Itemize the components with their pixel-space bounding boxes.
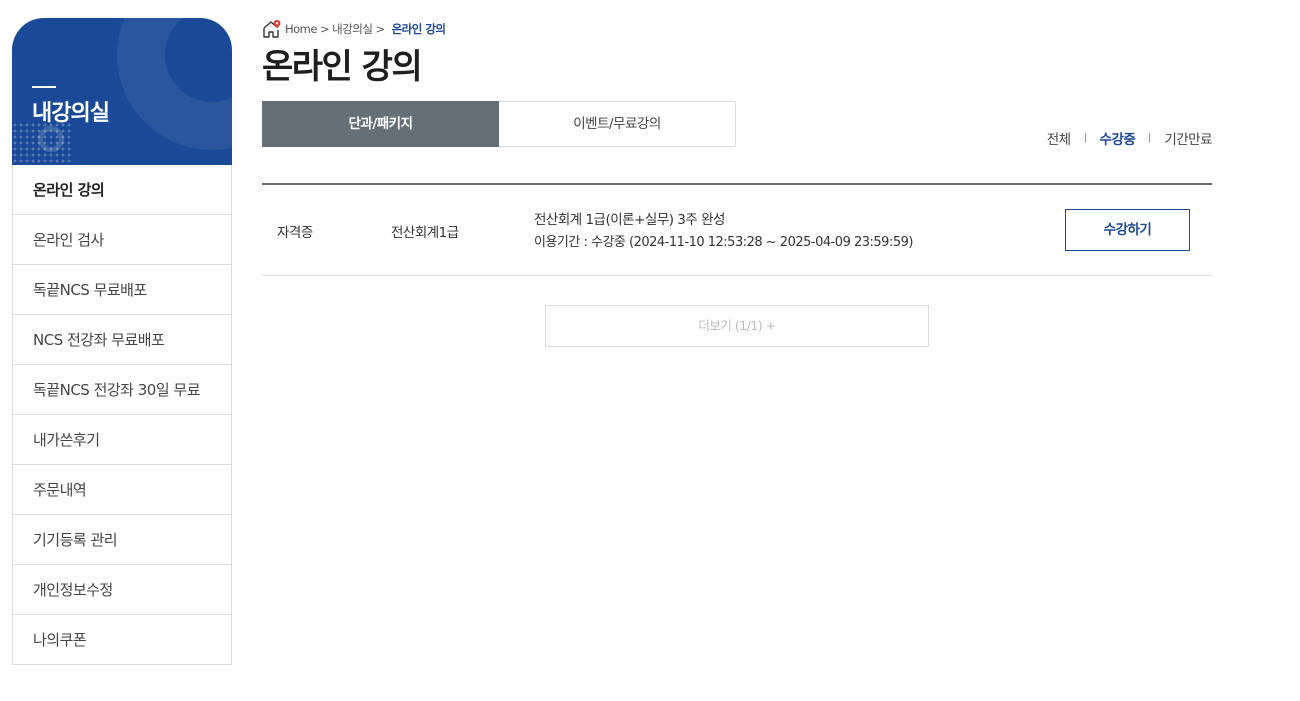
sidebar-title-dash [32,86,56,88]
filter-separator [1084,133,1086,143]
breadcrumb-home[interactable]: Home [285,22,317,36]
status-filters: 전체 수강중 기간만료 [1047,128,1213,148]
course-period: 이용기간 : 수강중 (2024-11-10 12:53:28 ~ 2025-0… [534,235,913,250]
breadcrumb-current: 온라인 강의 [391,22,446,36]
tab-event-free[interactable]: 이벤트/무료강의 [499,101,736,147]
course-info: 전산회계 1급(이론+실무) 3주 완성 이용기간 : 수강중 (2024-11… [534,209,913,255]
home-pin-icon[interactable] [262,19,281,39]
sidebar-item-device-management[interactable]: 기기등록 관리 [13,515,231,565]
sidebar-header: 내강의실 [12,18,232,165]
tab-single-package[interactable]: 단과/패키지 [262,101,499,147]
sidebar: 내강의실 온라인 강의 온라인 검사 독끝NCS 무료배포 NCS 전강좌 무료… [12,18,232,665]
sidebar-item-orders[interactable]: 주문내역 [13,465,231,515]
sidebar-item-coupons[interactable]: 나의쿠폰 [13,615,231,665]
breadcrumb-separator: > [319,22,330,36]
course-list: 자격증 전산회계1급 전산회계 1급(이론+실무) 3주 완성 이용기간 : 수… [262,183,1212,276]
sidebar-item-ncs-30day-free[interactable]: 독끝NCS 전강좌 30일 무료 [13,365,231,415]
sidebar-title: 내강의실 [32,101,110,126]
filter-all[interactable]: 전체 [1047,128,1071,148]
study-button[interactable]: 수강하기 [1065,209,1190,251]
filter-expired[interactable]: 기간만료 [1164,128,1212,148]
course-title: 전산회계 1급(이론+실무) 3주 완성 [534,212,725,228]
filter-in-progress[interactable]: 수강중 [1100,128,1136,148]
course-row: 자격증 전산회계1급 전산회계 1급(이론+실무) 3주 완성 이용기간 : 수… [262,185,1212,276]
sidebar-item-profile-edit[interactable]: 개인정보수정 [13,565,231,615]
tab-bar: 단과/패키지 이벤트/무료강의 [262,101,736,147]
sidebar-item-online-test[interactable]: 온라인 검사 [13,215,231,265]
sidebar-menu: 온라인 강의 온라인 검사 독끝NCS 무료배포 NCS 전강좌 무료배포 독끝… [12,165,232,665]
decorative-dots [12,122,72,165]
breadcrumb-parent[interactable]: 내강의실 [332,21,373,37]
course-subject: 전산회계1급 [391,225,459,241]
filter-separator [1149,133,1151,143]
sidebar-item-ncs-free[interactable]: 독끝NCS 무료배포 [13,265,231,315]
breadcrumb: Home > 내강의실 > 온라인 강의 [262,19,446,39]
sidebar-item-my-reviews[interactable]: 내가쓴후기 [13,415,231,465]
load-more-button[interactable]: 더보기 (1/1) + [545,305,929,347]
decorative-ring [117,18,232,150]
breadcrumb-separator: > [375,22,385,36]
sidebar-item-online-lecture[interactable]: 온라인 강의 [13,165,231,215]
page-title: 온라인 강의 [262,47,423,87]
course-category: 자격증 [277,225,313,241]
sidebar-item-ncs-all-free[interactable]: NCS 전강좌 무료배포 [13,315,231,365]
